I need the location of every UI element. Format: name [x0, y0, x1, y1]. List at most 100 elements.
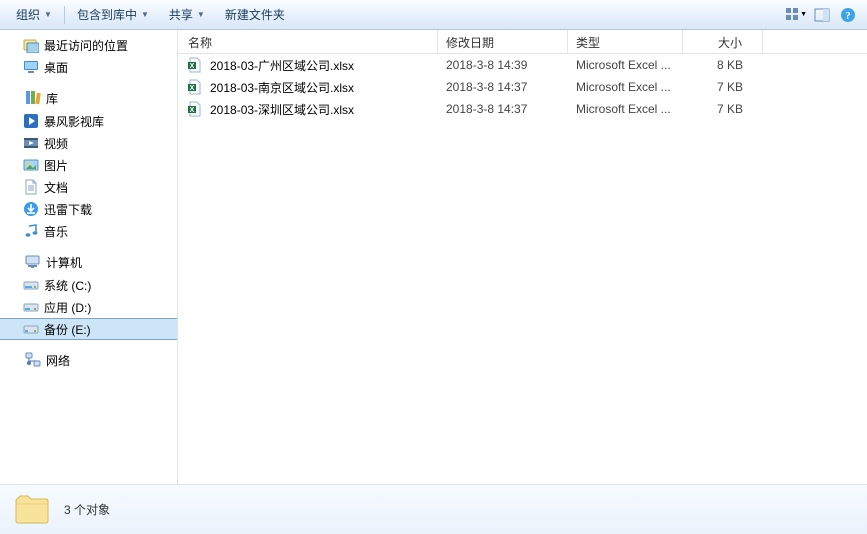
help-icon: ?: [840, 7, 856, 23]
file-type: Microsoft Excel ...: [568, 102, 683, 116]
file-date: 2018-3-8 14:39: [438, 58, 568, 72]
list-rows[interactable]: X 2018-03-广州区域公司.xlsx 2018-3-8 14:39 Mic…: [178, 54, 867, 484]
tree-item-label: 系统 (C:): [44, 277, 91, 294]
svg-text:X: X: [190, 85, 195, 92]
file-row[interactable]: X 2018-03-深圳区域公司.xlsx 2018-3-8 14:37 Mic…: [178, 98, 867, 120]
tree-item-label: 暴风影视库: [44, 113, 104, 130]
share-label: 共享: [169, 6, 193, 23]
view-tiles-icon: [785, 7, 798, 23]
file-size: 8 KB: [683, 58, 763, 72]
status-text: 3 个对象: [64, 501, 110, 518]
tree-header-label: 计算机: [46, 254, 82, 271]
file-date: 2018-3-8 14:37: [438, 102, 568, 116]
column-header-type[interactable]: 类型: [568, 30, 683, 53]
file-size: 7 KB: [683, 80, 763, 94]
file-name: 2018-03-广州区域公司.xlsx: [210, 57, 354, 74]
navigation-tree[interactable]: 最近访问的位置 桌面 库 暴风影视库: [0, 30, 178, 484]
libraries-group: 库 暴风影视库 视频 图片 文档 迅雷下载: [0, 86, 177, 242]
tree-item-xunlei[interactable]: 迅雷下载: [0, 198, 177, 220]
drive-icon: [22, 276, 40, 294]
tree-item-recent[interactable]: 最近访问的位置: [0, 34, 177, 56]
svg-text:X: X: [190, 63, 195, 70]
tree-item-desktop[interactable]: 桌面: [0, 56, 177, 78]
tree-header-computer[interactable]: 计算机: [0, 250, 177, 274]
tree-item-drive-c[interactable]: 系统 (C:): [0, 274, 177, 296]
video-icon: [22, 134, 40, 152]
tree-item-label: 应用 (D:): [44, 299, 91, 316]
chevron-down-icon: ▼: [197, 10, 205, 19]
file-size: 7 KB: [683, 102, 763, 116]
storm-library-icon: [22, 112, 40, 130]
chevron-down-icon: ▼: [141, 10, 149, 19]
file-list: 名称 修改日期 类型 大小 X 2018-03-广州区域公司.xlsx 2018…: [178, 30, 867, 484]
column-header-name[interactable]: 名称: [178, 30, 438, 53]
tree-item-drive-e[interactable]: 备份 (E:): [0, 318, 177, 340]
separator: [64, 6, 65, 24]
file-type: Microsoft Excel ...: [568, 58, 683, 72]
pictures-icon: [22, 156, 40, 174]
desktop-icon: [22, 58, 40, 76]
computer-icon: [24, 253, 42, 271]
file-name: 2018-03-南京区域公司.xlsx: [210, 79, 354, 96]
network-icon: [24, 351, 42, 369]
svg-text:X: X: [190, 107, 195, 114]
tree-item-label: 备份 (E:): [44, 321, 91, 338]
tree-item-label: 图片: [44, 157, 68, 174]
share-button[interactable]: 共享 ▼: [159, 0, 215, 29]
tree-item-label: 视频: [44, 135, 68, 152]
tree-header-network[interactable]: 网络: [0, 348, 177, 372]
status-bar: 3 个对象: [0, 484, 867, 534]
tree-item-documents[interactable]: 文档: [0, 176, 177, 198]
toolbar: 组织 ▼ 包含到库中 ▼ 共享 ▼ 新建文件夹 ▼ ?: [0, 0, 867, 30]
computer-group: 计算机 系统 (C:) 应用 (D:) 备份 (E:): [0, 250, 177, 340]
tree-item-label: 最近访问的位置: [44, 37, 128, 54]
svg-text:?: ?: [845, 10, 851, 22]
tree-item-label: 音乐: [44, 223, 68, 240]
recent-places-icon: [22, 36, 40, 54]
tree-item-label: 桌面: [44, 59, 68, 76]
tree-item-pictures[interactable]: 图片: [0, 154, 177, 176]
network-group: 网络: [0, 348, 177, 372]
organize-label: 组织: [16, 6, 40, 23]
folder-large-icon: [12, 490, 52, 530]
library-icon: [24, 89, 42, 107]
tree-item-video[interactable]: 视频: [0, 132, 177, 154]
chevron-down-icon: ▼: [44, 10, 52, 19]
excel-file-icon: X: [186, 100, 204, 118]
include-in-library-label: 包含到库中: [77, 6, 137, 23]
chevron-down-icon: ▼: [800, 11, 807, 18]
file-type: Microsoft Excel ...: [568, 80, 683, 94]
column-header-date[interactable]: 修改日期: [438, 30, 568, 53]
tree-item-storm[interactable]: 暴风影视库: [0, 110, 177, 132]
tree-header-label: 网络: [46, 352, 70, 369]
file-date: 2018-3-8 14:37: [438, 80, 568, 94]
tree-item-drive-d[interactable]: 应用 (D:): [0, 296, 177, 318]
tree-header-label: 库: [46, 90, 58, 107]
organize-button[interactable]: 组织 ▼: [6, 0, 62, 29]
drive-icon: [22, 298, 40, 316]
main-area: 最近访问的位置 桌面 库 暴风影视库: [0, 30, 867, 484]
tree-item-music[interactable]: 音乐: [0, 220, 177, 242]
drive-icon: [22, 320, 40, 338]
documents-icon: [22, 178, 40, 196]
file-name: 2018-03-深圳区域公司.xlsx: [210, 101, 354, 118]
excel-file-icon: X: [186, 56, 204, 74]
preview-pane-icon: [814, 7, 830, 23]
include-in-library-button[interactable]: 包含到库中 ▼: [67, 0, 159, 29]
tree-header-libraries[interactable]: 库: [0, 86, 177, 110]
new-folder-label: 新建文件夹: [225, 6, 285, 23]
column-header-row: 名称 修改日期 类型 大小: [178, 30, 867, 54]
music-icon: [22, 222, 40, 240]
tree-item-label: 文档: [44, 179, 68, 196]
favorites-group: 最近访问的位置 桌面: [0, 34, 177, 78]
excel-file-icon: X: [186, 78, 204, 96]
download-icon: [22, 200, 40, 218]
tree-item-label: 迅雷下载: [44, 201, 92, 218]
view-mode-button[interactable]: ▼: [785, 4, 807, 26]
file-row[interactable]: X 2018-03-广州区域公司.xlsx 2018-3-8 14:39 Mic…: [178, 54, 867, 76]
column-header-size[interactable]: 大小: [683, 30, 763, 53]
preview-pane-button[interactable]: [811, 4, 833, 26]
new-folder-button[interactable]: 新建文件夹: [215, 0, 295, 29]
help-button[interactable]: ?: [837, 4, 859, 26]
file-row[interactable]: X 2018-03-南京区域公司.xlsx 2018-3-8 14:37 Mic…: [178, 76, 867, 98]
